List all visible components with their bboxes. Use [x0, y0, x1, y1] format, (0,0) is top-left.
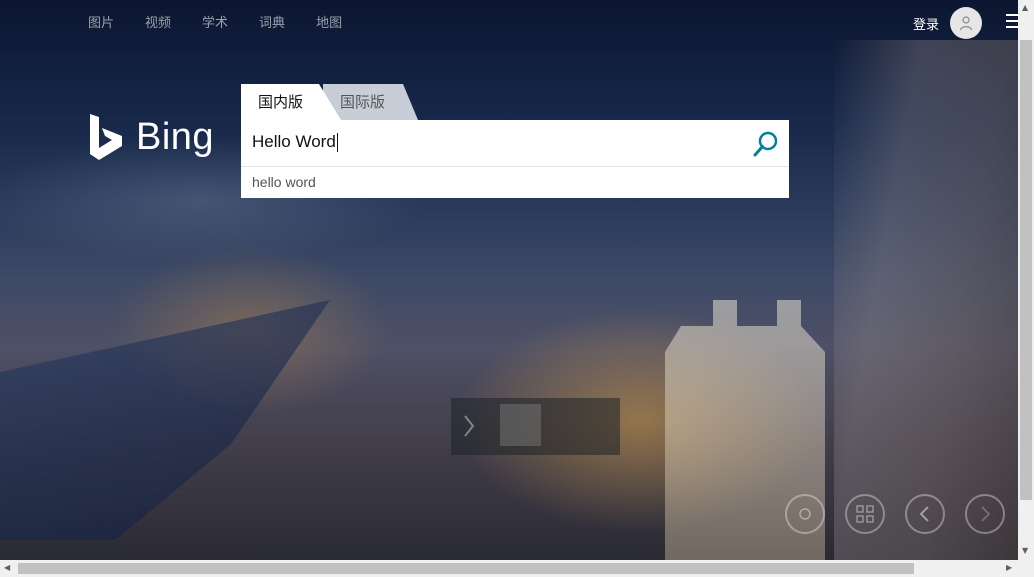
search-input-value: Hello Word: [252, 132, 336, 151]
top-nav: 图片 视频 学术 词典 地图: [88, 12, 373, 31]
bing-b-icon: [90, 114, 122, 160]
nav-item-images[interactable]: 图片: [88, 12, 114, 31]
suggestion-list: hello word: [241, 166, 789, 198]
login-link[interactable]: 登录: [913, 14, 939, 33]
story-expand-icon[interactable]: [462, 413, 476, 443]
search-button[interactable]: [752, 130, 780, 162]
grid-icon: [856, 505, 874, 523]
chevron-right-icon: [981, 506, 991, 522]
search-box[interactable]: Hello Word: [241, 120, 789, 166]
nav-item-academic[interactable]: 学术: [202, 12, 228, 31]
search-input[interactable]: Hello Word: [252, 132, 338, 153]
logo-text: Bing: [136, 115, 215, 158]
music-button[interactable]: [785, 494, 825, 534]
next-image-button[interactable]: [965, 494, 1005, 534]
suggestion-item[interactable]: hello word: [252, 174, 316, 190]
chevron-left-icon: [919, 506, 929, 522]
music-icon: [799, 508, 811, 520]
scroll-up-icon[interactable]: ▲: [1022, 3, 1028, 12]
scroll-left-icon[interactable]: ◀: [4, 563, 10, 572]
cliff-scene: [834, 40, 1034, 560]
user-icon: [959, 16, 973, 31]
vertical-scroll-thumb[interactable]: [1020, 40, 1032, 500]
horizontal-scroll-thumb[interactable]: [18, 563, 914, 574]
scroll-down-icon[interactable]: ▼: [1022, 546, 1028, 555]
scroll-right-icon[interactable]: ▶: [1006, 563, 1012, 572]
search-icon: [753, 131, 778, 157]
grid-view-button[interactable]: [845, 494, 885, 534]
avatar[interactable]: [950, 7, 982, 39]
bing-logo[interactable]: Bing: [88, 112, 214, 162]
text-caret: [336, 133, 338, 153]
prev-image-button[interactable]: [905, 494, 945, 534]
nav-item-dictionary[interactable]: 词典: [259, 12, 285, 31]
nav-item-videos[interactable]: 视频: [145, 12, 171, 31]
story-thumbnail[interactable]: [500, 404, 541, 446]
nav-item-maps[interactable]: 地图: [316, 12, 342, 31]
